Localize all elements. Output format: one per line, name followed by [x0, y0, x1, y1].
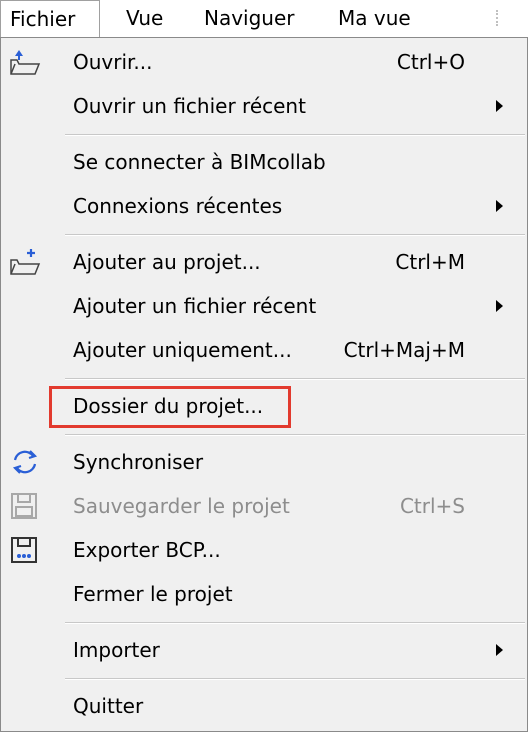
separator — [65, 434, 525, 436]
menu-item-se-connecter[interactable]: Se connecter à BIMcollab — [1, 140, 527, 184]
menu-item-ouvrir[interactable]: Ouvrir... Ctrl+O — [1, 40, 527, 84]
menu-item-ouvrir-recent[interactable]: Ouvrir un fichier récent — [1, 84, 527, 128]
menu-item-connexions-recentes[interactable]: Connexions récentes — [1, 184, 527, 228]
menu-item-synchroniser[interactable]: Synchroniser — [1, 440, 527, 484]
add-folder-icon — [10, 249, 41, 275]
menubar-grip — [496, 10, 500, 26]
menu-item-label: Ajouter uniquement... — [73, 338, 292, 362]
menu-item-label: Connexions récentes — [73, 194, 283, 218]
separator — [65, 622, 525, 624]
menu-item-ajouter-fichier-recent[interactable]: Ajouter un fichier récent — [1, 284, 527, 328]
separator — [65, 234, 525, 236]
menu-fichier[interactable]: Fichier — [0, 0, 100, 37]
separator — [65, 134, 525, 136]
menu-item-label: Synchroniser — [73, 450, 204, 474]
menu-item-importer[interactable]: Importer — [1, 628, 527, 672]
menu-item-shortcut: Ctrl+Maj+M — [343, 338, 465, 362]
sync-icon — [12, 450, 38, 474]
menu-item-shortcut: Ctrl+O — [396, 50, 465, 74]
highlight-box — [49, 386, 291, 428]
menu-item-label: Sauvegarder le projet — [73, 494, 290, 518]
fichier-dropdown-menu: Ouvrir... Ctrl+O Ouvrir un fichier récen… — [0, 37, 528, 732]
export-icon — [11, 537, 37, 563]
menu-item-shortcut: Ctrl+S — [399, 494, 465, 518]
submenu-arrow-icon — [496, 300, 503, 312]
menu-item-label: Se connecter à BIMcollab — [73, 150, 326, 174]
menu-bar: Fichier Vue Naviguer Ma vue — [0, 0, 528, 37]
menu-item-quitter[interactable]: Quitter — [1, 684, 527, 728]
save-icon — [11, 493, 37, 519]
menu-ma-vue[interactable]: Ma vue — [330, 0, 419, 37]
menu-item-ajouter-uniquement[interactable]: Ajouter uniquement... Ctrl+Maj+M — [1, 328, 527, 372]
menu-item-exporter-bcp[interactable]: Exporter BCP... — [1, 528, 527, 572]
menu-item-shortcut: Ctrl+M — [395, 250, 465, 274]
submenu-arrow-icon — [496, 644, 503, 656]
menu-naviguer[interactable]: Naviguer — [196, 0, 303, 37]
separator — [65, 678, 525, 680]
menu-item-label: Quitter — [73, 694, 144, 718]
menu-item-label: Importer — [73, 638, 160, 662]
submenu-arrow-icon — [496, 200, 503, 212]
menu-item-fermer-projet[interactable]: Fermer le projet — [1, 572, 527, 616]
separator — [65, 378, 525, 380]
menu-vue[interactable]: Vue — [118, 0, 171, 37]
menu-item-label: Fermer le projet — [73, 582, 233, 606]
menu-item-label: Ajouter au projet... — [73, 250, 261, 274]
menu-item-label: Ouvrir un fichier récent — [73, 94, 306, 118]
open-folder-icon — [10, 50, 41, 75]
menu-item-label: Exporter BCP... — [73, 538, 221, 562]
submenu-arrow-icon — [496, 100, 503, 112]
menu-item-label: Ouvrir... — [73, 50, 153, 74]
menu-item-sauvegarder: Sauvegarder le projet Ctrl+S — [1, 484, 527, 528]
menu-item-ajouter-au-projet[interactable]: Ajouter au projet... Ctrl+M — [1, 240, 527, 284]
menu-item-label: Ajouter un fichier récent — [73, 294, 317, 318]
